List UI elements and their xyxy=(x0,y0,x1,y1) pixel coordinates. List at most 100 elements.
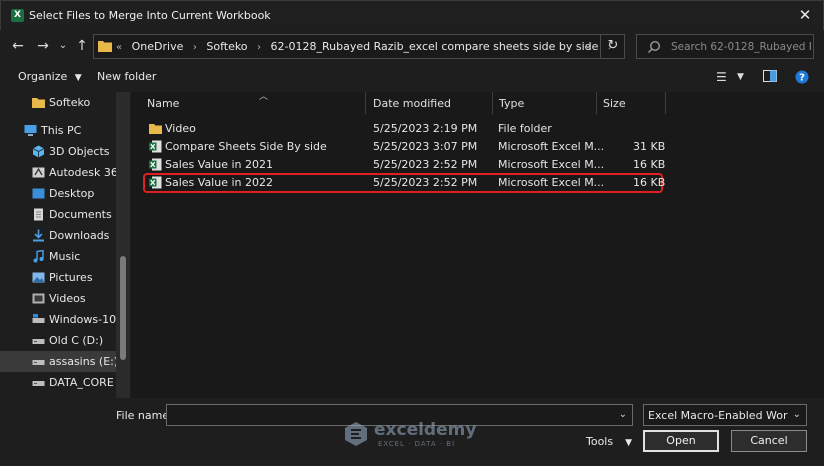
file-row-video[interactable]: Video 5/25/2023 2:19 PM File folder xyxy=(143,120,663,138)
file-list: Name ︿ Date modified Type Size Video 5/2… xyxy=(131,92,824,398)
sidebar-item-desktop[interactable]: Desktop xyxy=(0,183,116,204)
file-date: 5/25/2023 3:07 PM xyxy=(373,140,478,153)
chevron-down-icon[interactable]: ⌄ xyxy=(793,409,801,420)
search-icon xyxy=(648,40,661,53)
sidebar-item-data-core-f[interactable]: DATA_CORE (F:) xyxy=(0,372,116,393)
tools-label: Tools xyxy=(586,435,614,448)
address-row: ← → ⌄ ↑ « OneDrive › Softeko › 62-0128_R… xyxy=(0,30,824,62)
close-button[interactable]: ✕ xyxy=(797,6,813,24)
title-bar: X Select Files to Merge Into Current Wor… xyxy=(0,0,824,30)
chevron-right-icon[interactable]: › xyxy=(257,42,261,53)
breadcrumb-softeko[interactable]: Softeko xyxy=(206,40,247,53)
refresh-icon[interactable]: ↻ xyxy=(600,34,625,59)
scrollbar-thumb[interactable] xyxy=(120,256,126,360)
toolbar: Organize ▼ New folder ☰ ▼ ? xyxy=(0,62,824,92)
preview-pane-icon[interactable] xyxy=(763,70,777,85)
exceldemy-logo-icon xyxy=(345,422,367,446)
file-type: Microsoft Excel M... xyxy=(498,158,605,171)
sidebar-item-softeko[interactable]: Softeko xyxy=(0,92,116,113)
help-icon[interactable]: ? xyxy=(795,70,809,87)
column-header-name[interactable]: Name ︿ xyxy=(139,92,367,114)
column-header-type[interactable]: Type xyxy=(491,92,596,114)
sidebar-item-documents[interactable]: Documents xyxy=(0,204,116,225)
recent-dropdown-icon[interactable]: ⌄ xyxy=(55,37,71,55)
address-bar[interactable]: « OneDrive › Softeko › 62-0128_Rubayed R… xyxy=(93,34,625,59)
svg-text:?: ? xyxy=(799,73,805,84)
folder-icon xyxy=(98,41,112,52)
folder-icon xyxy=(32,98,45,108)
drive-icon xyxy=(32,339,45,344)
file-row-sales-2022[interactable]: Sales Value in 2022 5/25/2023 2:52 PM Mi… xyxy=(143,173,666,193)
file-size: 31 KB xyxy=(633,140,666,153)
search-input[interactable]: Search 62-0128_Rubayed Raz... xyxy=(636,34,814,59)
excel-app-icon: X xyxy=(11,9,24,22)
file-type-filter[interactable]: Excel Macro-Enabled Workboo ⌄ xyxy=(643,404,807,426)
cancel-button[interactable]: Cancel xyxy=(731,430,807,452)
sidebar-item-autodesk-360[interactable]: Autodesk 360 xyxy=(0,162,116,183)
computer-icon xyxy=(24,125,37,136)
column-divider[interactable] xyxy=(665,92,666,114)
file-name: Sales Value in 2022 xyxy=(165,176,273,189)
breadcrumb-onedrive[interactable]: OneDrive xyxy=(132,40,184,53)
breadcrumb-current-folder[interactable]: 62-0128_Rubayed Razib_excel compare shee… xyxy=(271,40,599,53)
exceldemy-watermark: exceldemy EXCEL · DATA · BI xyxy=(340,418,490,452)
drive-icon xyxy=(32,314,45,323)
file-name: Compare Sheets Side By side xyxy=(165,140,327,153)
back-arrow-icon[interactable]: ← xyxy=(10,37,26,55)
drive-icon xyxy=(32,360,45,365)
chevron-down-icon[interactable]: ⌄ xyxy=(619,409,627,420)
forward-arrow-icon[interactable]: → xyxy=(35,37,51,55)
sidebar-item-music[interactable]: Music xyxy=(0,246,116,267)
excel-file-icon xyxy=(149,158,162,171)
view-dropdown-icon[interactable]: ▼ xyxy=(737,72,744,82)
chevron-down-icon: ▼ xyxy=(625,438,633,448)
view-options-icon[interactable]: ☰ xyxy=(716,70,727,84)
breadcrumb: « OneDrive › Softeko › 62-0128_Rubayed R… xyxy=(116,40,618,53)
navigation-pane: Softeko This PC 3D Objects Autodesk 360 … xyxy=(0,92,130,398)
autodesk-icon xyxy=(32,167,45,178)
up-arrow-icon[interactable]: ↑ xyxy=(74,37,90,55)
music-icon xyxy=(33,250,44,263)
column-header-date-modified[interactable]: Date modified xyxy=(365,92,493,114)
sidebar-item-downloads[interactable]: Downloads xyxy=(0,225,116,246)
sidebar-item-videos[interactable]: Videos xyxy=(0,288,116,309)
file-row-compare-sheets[interactable]: Compare Sheets Side By side 5/25/2023 3:… xyxy=(143,138,666,156)
chevron-right-icon[interactable]: › xyxy=(193,42,197,53)
sidebar-item-assasins-e[interactable]: assasins (E:) xyxy=(0,351,116,372)
sort-ascending-icon: ︿ xyxy=(259,92,269,102)
file-date: 5/25/2023 2:52 PM xyxy=(373,158,478,171)
watermark-title: exceldemy xyxy=(374,420,477,440)
new-folder-button[interactable]: New folder xyxy=(97,70,156,83)
sidebar-item-this-pc[interactable]: This PC xyxy=(0,120,116,141)
sidebar-item-3d-objects[interactable]: 3D Objects xyxy=(0,141,116,162)
sidebar-item-old-c-d[interactable]: Old C (D:) xyxy=(0,330,116,351)
sidebar-item-windows-10-c[interactable]: Windows-10 (C:) xyxy=(0,309,116,330)
breadcrumb-overflow[interactable]: « xyxy=(116,42,122,53)
file-name-label: File name: xyxy=(116,409,173,422)
drive-icon xyxy=(32,381,45,386)
file-name: Sales Value in 2021 xyxy=(165,158,273,171)
file-type: File folder xyxy=(498,122,552,135)
pictures-icon xyxy=(32,272,45,283)
file-type: Microsoft Excel M... xyxy=(498,140,605,153)
column-header-size[interactable]: Size xyxy=(595,92,665,114)
excel-file-icon xyxy=(149,176,162,189)
address-dropdown-icon[interactable]: ⌄ xyxy=(584,40,592,51)
file-type-filter-value: Excel Macro-Enabled Workboo xyxy=(648,409,788,422)
organize-button[interactable]: Organize ▼ xyxy=(18,70,82,83)
open-button[interactable]: Open xyxy=(643,430,719,452)
sidebar-item-pictures[interactable]: Pictures xyxy=(0,267,116,288)
file-size: 16 KB xyxy=(633,158,666,171)
folder-icon xyxy=(149,124,162,134)
3d-objects-icon xyxy=(32,145,45,158)
tools-button[interactable]: Tools ▼ xyxy=(586,435,632,448)
sidebar-scrollbar[interactable] xyxy=(116,92,130,398)
file-row-sales-2021[interactable]: Sales Value in 2021 5/25/2023 2:52 PM Mi… xyxy=(143,156,666,174)
desktop-icon xyxy=(32,188,45,199)
file-size: 16 KB xyxy=(633,176,666,189)
excel-file-icon xyxy=(149,140,162,153)
documents-icon xyxy=(34,208,43,221)
chevron-down-icon: ▼ xyxy=(74,73,82,83)
file-date: 5/25/2023 2:19 PM xyxy=(373,122,478,135)
window-title: Select Files to Merge Into Current Workb… xyxy=(29,9,271,22)
